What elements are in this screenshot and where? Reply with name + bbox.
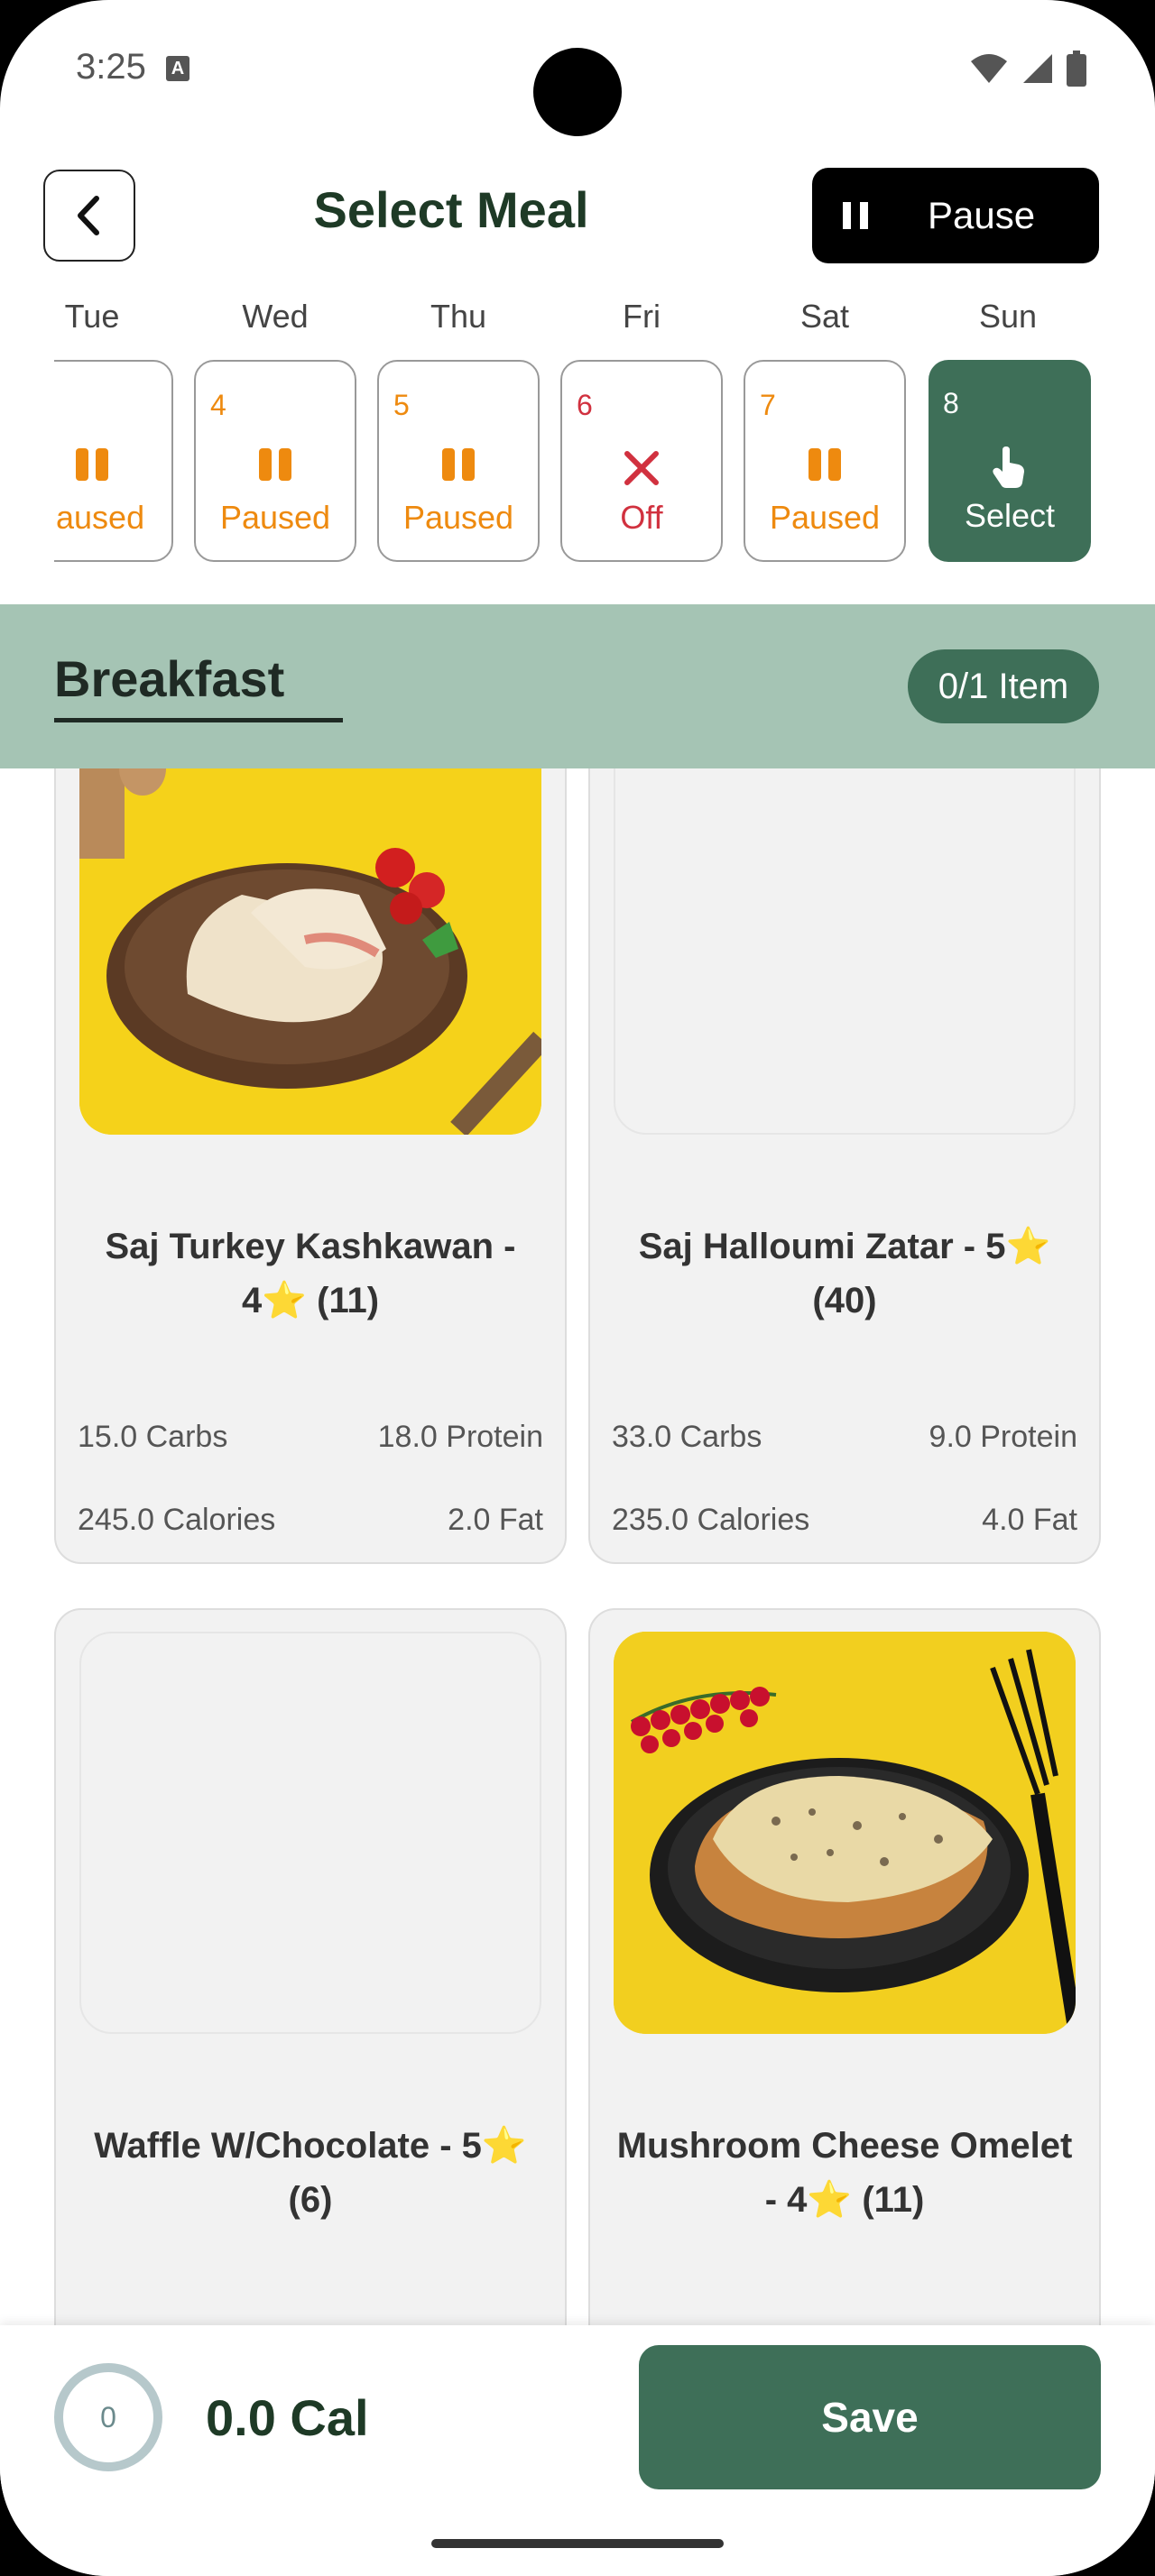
phone-screen: 3:25 A Select Meal Pause Tue Wed Thu Fri… (0, 0, 1155, 2576)
day-card-thu[interactable]: 5 Paused (377, 360, 540, 562)
meal-name-line1: Saj Turkey Kashkawan - (105, 1227, 516, 1266)
pause-icon (745, 448, 904, 484)
day-status: Paused (402, 499, 514, 536)
battery-icon (1067, 51, 1086, 87)
chevron-left-icon (78, 196, 99, 235)
meal-name-line1: Saj Halloumi Zatar - 5⭐ (638, 1227, 1051, 1266)
meal-image (79, 741, 541, 1135)
day-card-sat[interactable]: 7 Paused (744, 360, 906, 562)
fat-value: 4.0 Fat (982, 1503, 1077, 1537)
day-card-tue[interactable]: aused (54, 360, 173, 562)
meal-image-placeholder (79, 1632, 541, 2034)
home-indicator[interactable] (431, 2539, 724, 2548)
day-name-fri: Fri (623, 298, 661, 335)
meal-name: Waffle W/Chocolate - 5⭐ (6) (74, 2119, 547, 2227)
protein-value: 18.0 Protein (377, 1420, 543, 1454)
meal-name-line1: Mushroom Cheese Omelet (616, 2126, 1073, 2166)
meal-image (614, 1632, 1076, 2034)
meal-name: Saj Turkey Kashkawan - 4⭐ (11) (74, 1219, 547, 1328)
carbs-value: 33.0 Carbs (612, 1420, 762, 1454)
day-number: 7 (760, 389, 776, 421)
meal-card[interactable]: Saj Turkey Kashkawan - 4⭐ (11) 15.0 Carb… (54, 740, 567, 1564)
day-number: 6 (577, 389, 593, 421)
calories-value: 245.0 Calories (78, 1503, 276, 1537)
status-icons (969, 51, 1086, 87)
day-status: Paused (219, 499, 331, 536)
day-number: 8 (943, 387, 959, 419)
save-button[interactable]: Save (639, 2345, 1101, 2489)
section-title: Breakfast (54, 650, 285, 707)
day-status: aused (56, 499, 145, 536)
day-card-fri[interactable]: 6 Off (560, 360, 723, 562)
meal-name-line2: 4⭐ (11) (241, 1281, 380, 1320)
wifi-icon (971, 54, 1007, 83)
day-status: Paused (769, 499, 881, 536)
meal-card[interactable]: Saj Halloumi Zatar - 5⭐ (40) 33.0 Carbs … (588, 732, 1101, 1564)
section-header: Breakfast 0/1 Item (0, 604, 1155, 768)
meal-name-line2: - 4⭐ (11) (764, 2180, 925, 2220)
item-count-badge: 0/1 Item (908, 649, 1099, 723)
calorie-total: 0.0 Cal (206, 2389, 369, 2446)
day-name-sat: Sat (799, 298, 850, 335)
day-card-clip: aused (54, 360, 173, 562)
day-status: Off (620, 499, 663, 536)
carbs-value: 15.0 Carbs (78, 1420, 228, 1454)
camera-cutout (533, 48, 622, 136)
day-status: Select (964, 497, 1056, 534)
section-underline (54, 718, 343, 722)
meal-image-placeholder (614, 732, 1076, 1135)
day-number: 5 (393, 389, 410, 421)
page-title: Select Meal (313, 181, 589, 238)
calorie-progress-ring: 0 (54, 2363, 162, 2471)
day-number: 4 (210, 389, 226, 421)
back-button[interactable] (43, 170, 135, 262)
day-name-thu: Thu (430, 298, 487, 335)
day-name-tue: Tue (64, 298, 120, 335)
close-icon (562, 448, 721, 485)
day-card-wed[interactable]: 4 Paused (194, 360, 356, 562)
meal-card[interactable]: Waffle W/Chocolate - 5⭐ (6) (54, 1608, 567, 2384)
meal-name-line1: Waffle W/Chocolate - 5⭐ (94, 2126, 527, 2166)
meal-name: Saj Halloumi Zatar - 5⭐ (40) (608, 1219, 1081, 1328)
input-method-icon: A (166, 56, 189, 81)
status-time: 3:25 (76, 47, 146, 87)
meal-name: Mushroom Cheese Omelet - 4⭐ (11) (608, 2119, 1081, 2227)
signal-icon (1023, 54, 1052, 83)
meal-name-line2: (6) (288, 2180, 333, 2220)
day-card-sun[interactable]: 8 Select (929, 360, 1091, 562)
day-name-sun: Sun (978, 298, 1038, 335)
calories-value: 235.0 Calories (612, 1503, 810, 1537)
pause-icon (54, 448, 171, 484)
hand-pointer-icon (929, 446, 1091, 488)
pause-icon (379, 448, 538, 484)
day-name-wed: Wed (242, 298, 309, 335)
pause-icon (843, 202, 868, 229)
protein-value: 9.0 Protein (929, 1420, 1077, 1454)
meal-name-line2: (40) (812, 1281, 877, 1320)
fat-value: 2.0 Fat (448, 1503, 543, 1537)
pause-button[interactable]: Pause (812, 168, 1099, 263)
meal-card[interactable]: Mushroom Cheese Omelet - 4⭐ (11) (588, 1608, 1101, 2384)
pause-icon (196, 448, 355, 484)
pause-label: Pause (928, 194, 1036, 236)
